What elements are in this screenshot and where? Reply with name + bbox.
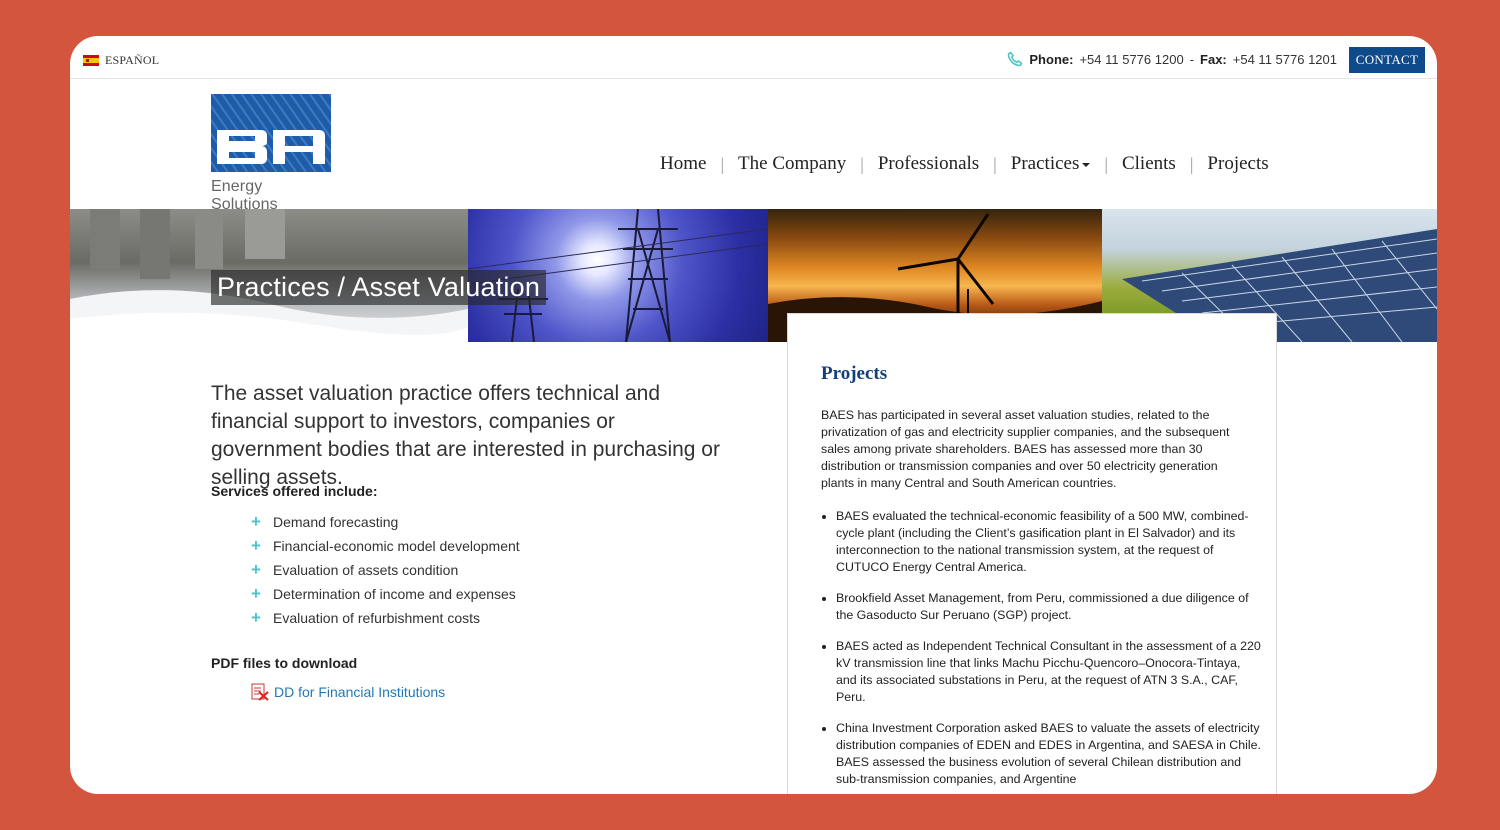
- plus-icon: +: [251, 560, 261, 579]
- list-item: + Financial-economic model development: [251, 534, 520, 558]
- contact-button[interactable]: CONTACT: [1349, 47, 1425, 73]
- projects-heading: Projects: [821, 363, 888, 384]
- pdf-link-label[interactable]: DD for Financial Institutions: [274, 684, 445, 700]
- pdf-heading: PDF files to download: [211, 655, 358, 671]
- plus-icon: +: [251, 512, 261, 531]
- nav-clients[interactable]: Clients: [1108, 153, 1190, 175]
- caret-down-icon: [1082, 162, 1091, 167]
- list-item: China Investment Corporation asked BAES …: [836, 720, 1261, 788]
- service-label: Evaluation of refurbishment costs: [273, 610, 480, 626]
- fax-number: +54 11 5776 1201: [1232, 51, 1337, 67]
- list-item: + Determination of income and expenses: [251, 582, 520, 606]
- list-item: BAES evaluated the technical-economic fe…: [836, 508, 1261, 576]
- pdf-icon: [251, 683, 269, 701]
- service-label: Evaluation of assets condition: [273, 562, 459, 578]
- fax-separator: -: [1189, 51, 1195, 67]
- logo[interactable]: Energy Solutions: [211, 94, 331, 214]
- phone-icon: [1008, 51, 1023, 67]
- plus-icon: +: [251, 608, 261, 627]
- projects-panel: Projects BAES has participated in severa…: [787, 313, 1277, 794]
- page-title: Practices / Asset Valuation: [211, 270, 547, 306]
- pdf-download-link[interactable]: DD for Financial Institutions: [250, 683, 445, 701]
- phone-number: +54 11 5776 1200: [1079, 51, 1184, 67]
- top-bar: ESPAÑOL Phone: +54 11 5776 1200 - Fax: +…: [70, 36, 1437, 79]
- nav-home[interactable]: Home: [660, 153, 720, 175]
- service-label: Demand forecasting: [273, 514, 399, 530]
- nav-practices[interactable]: Practices: [997, 153, 1105, 175]
- contact-info: Phone: +54 11 5776 1200 - Fax: +54 11 57…: [1007, 51, 1337, 67]
- language-switch[interactable]: ESPAÑOL: [83, 53, 159, 68]
- intro-text: The asset valuation practice offers tech…: [211, 382, 720, 489]
- list-item: + Evaluation of refurbishment costs: [251, 606, 520, 630]
- list-item: + Evaluation of assets condition: [251, 558, 520, 582]
- nav-projects[interactable]: Projects: [1193, 153, 1282, 175]
- logo-mark: [211, 94, 331, 172]
- nav-the-company[interactable]: The Company: [724, 153, 860, 175]
- fax-label: Fax:: [1200, 51, 1227, 67]
- spain-flag-icon: [83, 55, 99, 66]
- projects-intro: BAES has participated in several asset v…: [821, 408, 1230, 490]
- list-item: BAES acted as Independent Technical Cons…: [836, 638, 1261, 706]
- list-item: + Demand forecasting: [251, 510, 520, 534]
- projects-list: BAES evaluated the technical-economic fe…: [821, 508, 1261, 794]
- phone-label: Phone:: [1029, 51, 1074, 67]
- service-label: Financial-economic model development: [273, 538, 520, 554]
- browser-window: ESPAÑOL Phone: +54 11 5776 1200 - Fax: +…: [70, 36, 1437, 794]
- nav-professionals[interactable]: Professionals: [864, 153, 993, 175]
- main-nav: Home | The Company | Professionals | Pra…: [660, 153, 1283, 175]
- plus-icon: +: [251, 536, 261, 555]
- language-label[interactable]: ESPAÑOL: [105, 53, 159, 68]
- service-label: Determination of income and expenses: [273, 586, 516, 602]
- services-list: + Demand forecasting + Financial-economic …: [251, 510, 520, 630]
- services-heading: Services offered include:: [211, 483, 378, 499]
- plus-icon: +: [251, 584, 261, 603]
- nav-practices-label: Practices: [1010, 153, 1080, 174]
- logo-ba-icon: [211, 94, 331, 172]
- list-item: Brookfield Asset Management, from Peru, …: [836, 590, 1261, 624]
